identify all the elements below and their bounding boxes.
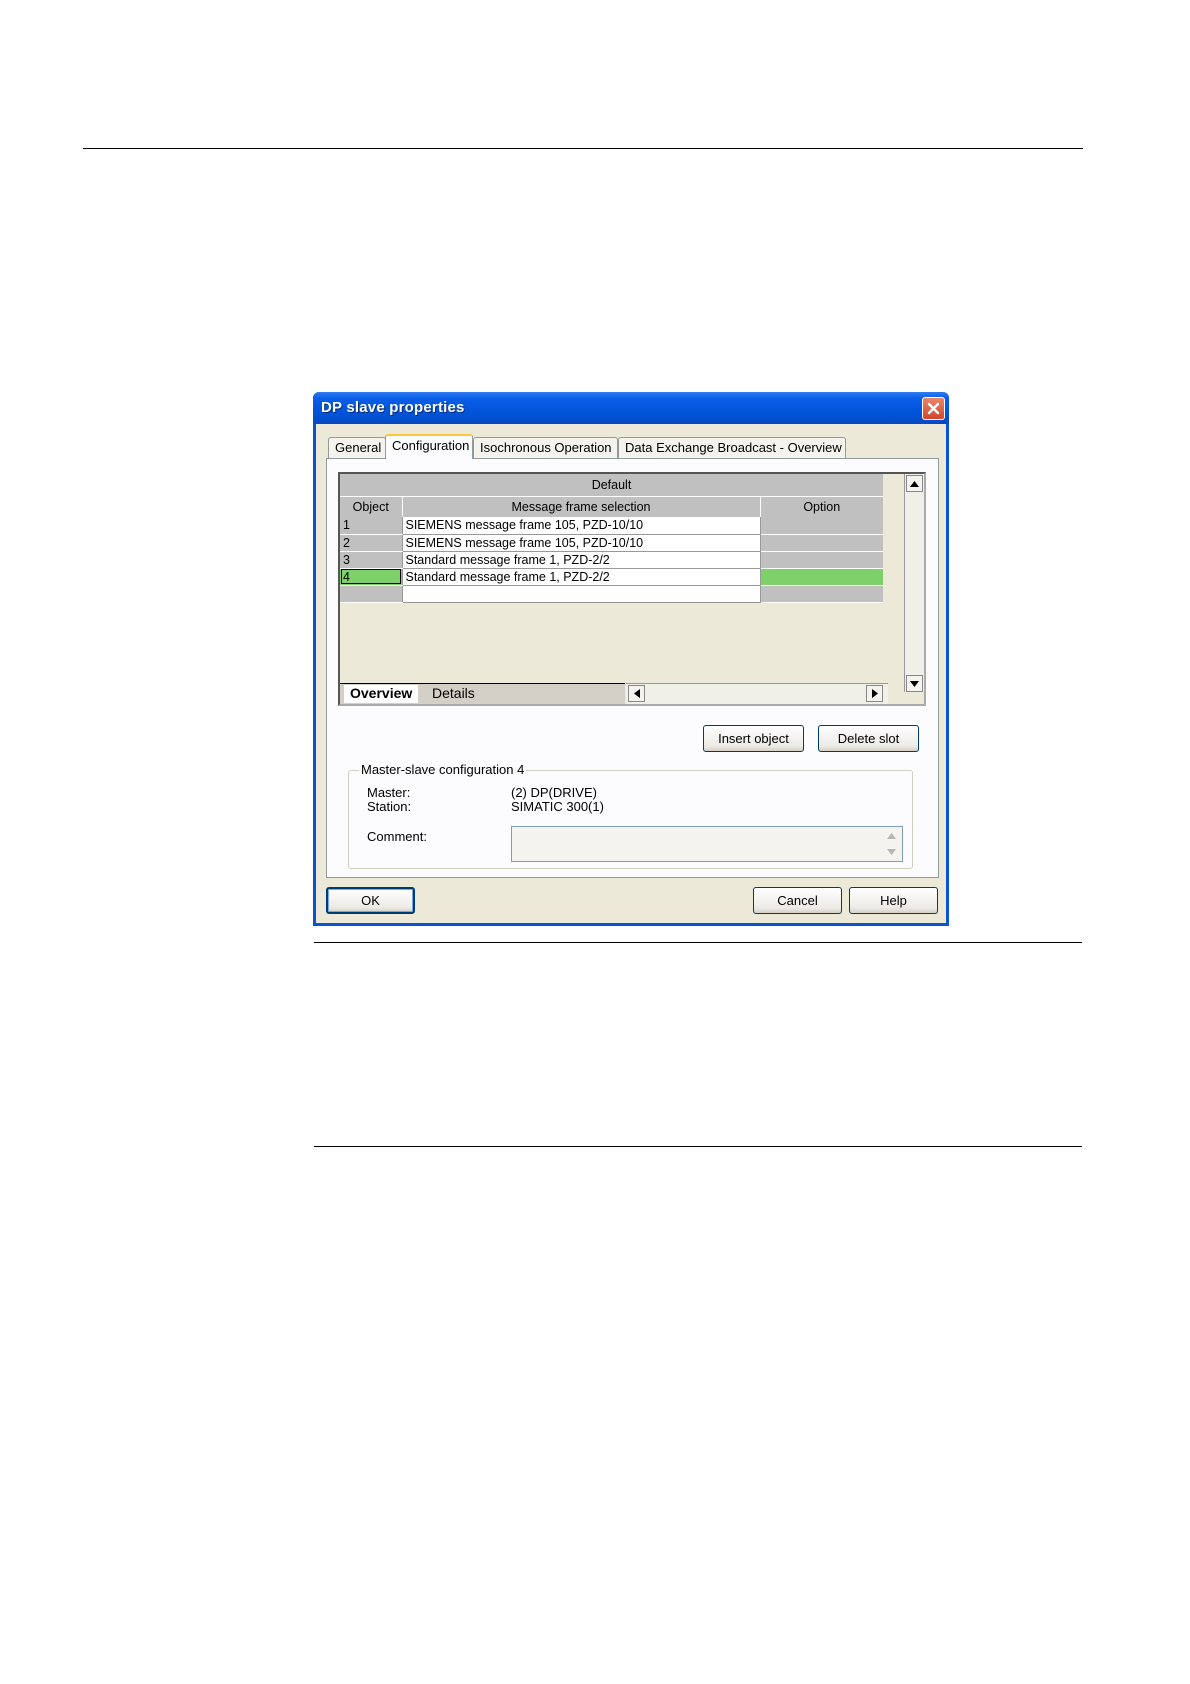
sheet-tab-details[interactable]: Details — [426, 685, 481, 703]
tab-configuration[interactable]: Configuration — [385, 434, 473, 459]
column-header-option[interactable]: Option — [760, 496, 883, 517]
station-value: SIMATIC 300(1) — [511, 799, 604, 814]
cell-option[interactable] — [760, 534, 883, 552]
slot-table: Default Object Message frame selection O… — [340, 474, 883, 603]
close-button[interactable] — [922, 397, 945, 420]
table-row[interactable]: 3 Standard message frame 1, PZD-2/2 — [340, 551, 883, 569]
arrow-down-icon — [887, 849, 896, 855]
sheet-tab-overview[interactable]: Overview — [344, 685, 419, 703]
column-header-object[interactable]: Object — [340, 496, 403, 517]
insert-object-button[interactable]: Insert object — [703, 725, 804, 752]
comment-label: Comment: — [367, 829, 427, 844]
arrow-up-icon — [910, 480, 919, 487]
help-button[interactable]: Help — [849, 887, 938, 914]
cell-option[interactable] — [760, 517, 883, 535]
cell-message-frame[interactable]: SIEMENS message frame 105, PZD-10/10 — [402, 534, 761, 552]
group-title: Master-slave configuration 4 — [359, 762, 527, 777]
page-rule-middle — [314, 942, 1082, 943]
master-value: (2) DP(DRIVE) — [511, 785, 597, 800]
arrow-left-icon — [633, 689, 640, 698]
cell-option[interactable] — [760, 568, 883, 586]
title-bar[interactable]: DP slave properties — [313, 392, 949, 424]
arrow-down-icon — [910, 680, 919, 687]
scroll-right-button[interactable] — [866, 685, 883, 702]
cell-message-frame[interactable]: Standard message frame 1, PZD-2/2 — [402, 551, 761, 569]
cancel-button[interactable]: Cancel — [753, 887, 842, 914]
cell-object[interactable] — [340, 585, 403, 603]
horizontal-scrollbar[interactable] — [626, 683, 888, 704]
dialog-title: DP slave properties — [321, 399, 465, 416]
table-row-empty[interactable] — [340, 585, 883, 603]
master-slave-config-group: Master-slave configuration 4 Master: (2)… — [348, 762, 913, 869]
cell-object[interactable]: 2 — [340, 534, 403, 552]
comment-scroll-down[interactable] — [883, 844, 900, 860]
cell-object[interactable]: 1 — [340, 517, 403, 535]
column-header-message-frame[interactable]: Message frame selection — [402, 496, 761, 517]
cell-option[interactable] — [760, 551, 883, 569]
page-rule-bottom — [314, 1146, 1082, 1147]
vertical-scrollbar[interactable] — [904, 474, 924, 692]
sheet-tab-strip: Overview Details — [340, 683, 625, 704]
comment-scroll-up[interactable] — [883, 828, 900, 844]
ok-button[interactable]: OK — [326, 887, 415, 914]
group-header: Default — [340, 474, 883, 497]
cell-message-frame[interactable]: Standard message frame 1, PZD-2/2 — [402, 568, 761, 586]
tab-data-exchange-broadcast[interactable]: Data Exchange Broadcast - Overview — [618, 437, 846, 458]
comment-field[interactable] — [511, 826, 903, 862]
scroll-down-button[interactable] — [906, 675, 923, 692]
cell-object[interactable]: 3 — [340, 551, 403, 569]
cell-object[interactable]: 4 — [340, 568, 403, 586]
configuration-grid: Default Object Message frame selection O… — [338, 472, 926, 706]
page-rule-top — [83, 148, 1083, 149]
dp-slave-properties-dialog: DP slave properties General Configuratio… — [313, 392, 949, 926]
cell-message-frame[interactable] — [402, 585, 761, 603]
table-row-selected[interactable]: 4 Standard message frame 1, PZD-2/2 — [340, 568, 883, 586]
table-row[interactable]: 1 SIEMENS message frame 105, PZD-10/10 — [340, 517, 883, 535]
cell-message-frame[interactable]: SIEMENS message frame 105, PZD-10/10 — [402, 517, 761, 535]
delete-slot-button[interactable]: Delete slot — [818, 725, 919, 752]
cell-option[interactable] — [760, 585, 883, 603]
tab-general[interactable]: General — [328, 437, 386, 458]
table-row[interactable]: 2 SIEMENS message frame 105, PZD-10/10 — [340, 534, 883, 552]
close-icon — [927, 402, 940, 415]
station-label: Station: — [367, 799, 412, 814]
scroll-up-button[interactable] — [906, 475, 923, 492]
tab-isochronous-operation[interactable]: Isochronous Operation — [473, 437, 618, 458]
arrow-up-icon — [887, 833, 896, 839]
scroll-left-button[interactable] — [628, 685, 645, 702]
arrow-right-icon — [871, 689, 878, 698]
master-label: Master: — [367, 785, 411, 800]
